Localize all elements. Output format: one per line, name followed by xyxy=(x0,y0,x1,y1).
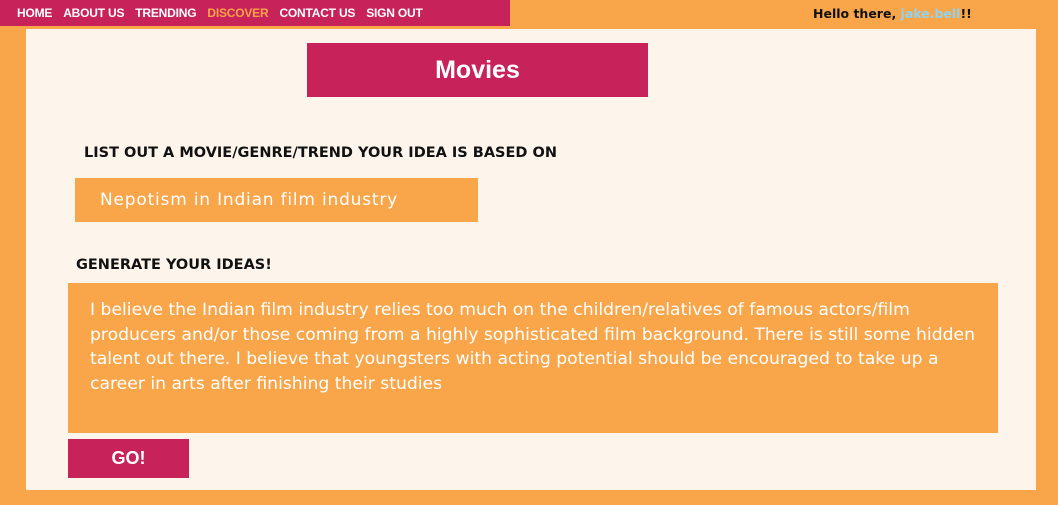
basis-input-value: Nepotism in Indian film industry xyxy=(100,190,399,210)
ideas-label: GENERATE YOUR IDEAS! xyxy=(76,257,272,273)
greeting-prefix: Hello there, xyxy=(813,6,901,21)
go-button-label: GO! xyxy=(111,448,146,468)
top-nav: HOME ABOUT US TRENDING DISCOVER CONTACT … xyxy=(0,0,510,26)
basis-input[interactable]: Nepotism in Indian film industry xyxy=(75,178,478,222)
nav-sign-out-link[interactable]: SIGN OUT xyxy=(366,6,423,20)
ideas-textarea[interactable]: I believe the Indian film industry relie… xyxy=(68,283,998,433)
nav-contact-us-link[interactable]: CONTACT US xyxy=(279,6,355,20)
greeting-username: jake.bell xyxy=(900,6,961,21)
nav-home-link[interactable]: HOME xyxy=(17,6,52,20)
nav-about-us-link[interactable]: ABOUT US xyxy=(63,6,124,20)
page-title-banner: Movies xyxy=(307,43,648,97)
greeting-suffix: !! xyxy=(960,6,972,21)
nav-discover-link[interactable]: DISCOVER xyxy=(207,6,268,20)
main-panel: Movies LIST OUT A MOVIE/GENRE/TREND YOUR… xyxy=(26,29,1036,490)
ideas-textarea-value: I believe the Indian film industry relie… xyxy=(90,300,975,394)
user-greeting: Hello there, jake.bell!! xyxy=(813,6,972,21)
page-title: Movies xyxy=(435,55,520,84)
basis-label: LIST OUT A MOVIE/GENRE/TREND YOUR IDEA I… xyxy=(84,145,557,161)
nav-trending-link[interactable]: TRENDING xyxy=(135,6,196,20)
go-button[interactable]: GO! xyxy=(68,439,189,478)
